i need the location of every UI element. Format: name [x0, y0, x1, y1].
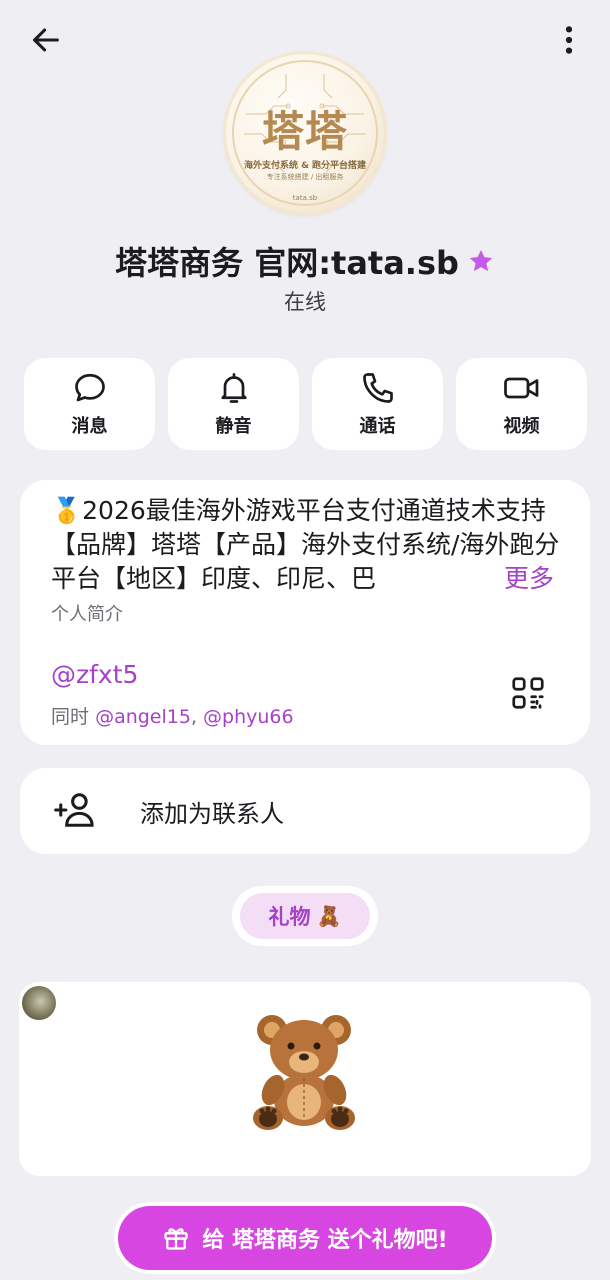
video-button[interactable]: 视频: [456, 358, 587, 450]
gift-icon: [164, 1228, 188, 1250]
gifts-chip[interactable]: 礼物 🧸: [240, 893, 370, 939]
message-button[interactable]: 消息: [24, 358, 155, 450]
mute-button[interactable]: 静音: [168, 358, 299, 450]
add-contact-row[interactable]: 添加为联系人: [20, 768, 590, 854]
avatar-logo-line2: 专注系统搭建 / 出租服务: [266, 173, 344, 181]
gift-card[interactable]: [19, 982, 591, 1176]
add-contact-label: 添加为联系人: [140, 800, 284, 828]
qr-code-icon[interactable]: [510, 675, 546, 711]
call-button[interactable]: 通话: [312, 358, 443, 450]
avatar-logo-title: 塔塔: [261, 107, 348, 156]
call-button-label: 通话: [359, 416, 396, 437]
gifts-section-header: 礼物 🧸: [232, 886, 378, 946]
phone-icon: [362, 373, 393, 403]
teddy-bear-gift-icon: [253, 1015, 355, 1130]
bio-more-link[interactable]: 更多: [502, 562, 555, 596]
add-person-icon: [54, 793, 94, 827]
online-status: 在线: [284, 290, 326, 314]
gifts-chip-label: 礼物: [268, 905, 311, 929]
more-menu-button[interactable]: [545, 16, 593, 64]
teddy-bear-icon: 🧸: [316, 904, 342, 928]
star-icon[interactable]: [467, 247, 495, 275]
more-vertical-icon: [565, 26, 573, 54]
arrow-left-icon: [33, 28, 59, 52]
action-buttons-row: 消息 静音 通话 视频: [24, 358, 587, 450]
bio-label: 个人简介: [51, 604, 123, 625]
send-gift-button[interactable]: 给 塔塔商务 送个礼物吧!: [118, 1206, 492, 1270]
also-prefix: 同时: [51, 706, 90, 728]
username-link[interactable]: @zfxt5: [51, 660, 138, 689]
also-separator: ,: [190, 706, 197, 728]
also-username-2[interactable]: @phyu66: [203, 706, 294, 728]
profile-name: 塔塔商务 官网:tata.sb: [115, 244, 459, 282]
gift-sender-avatar[interactable]: [22, 986, 56, 1020]
profile-info-card: 🥇2026最佳海外游戏平台支付通道技术支持【品牌】塔塔【产品】海外支付系统/海外…: [20, 480, 590, 745]
also-usernames: 同时 @angel15, @phyu66: [51, 702, 294, 729]
video-camera-icon: [503, 377, 538, 399]
video-button-label: 视频: [503, 416, 540, 437]
avatar-logo-line1: 海外支付系统 & 跑分平台搭建: [243, 161, 367, 171]
chat-bubble-icon: [74, 373, 105, 402]
avatar-logo-line3: tata.sb: [292, 194, 318, 202]
send-gift-label: 给 塔塔商务 送个礼物吧!: [202, 1228, 448, 1253]
also-username-1[interactable]: @angel15: [95, 706, 191, 728]
profile-avatar[interactable]: 塔塔 海外支付系统 & 跑分平台搭建 专注系统搭建 / 出租服务 tata.sb: [226, 54, 384, 212]
profile-name-row: 塔塔商务 官网:tata.sb: [0, 238, 610, 284]
back-button[interactable]: [22, 16, 70, 64]
bell-icon: [220, 373, 247, 403]
send-gift-button-wrap: 给 塔塔商务 送个礼物吧!: [114, 1202, 496, 1274]
mute-button-label: 静音: [215, 416, 252, 437]
message-button-label: 消息: [71, 416, 108, 437]
